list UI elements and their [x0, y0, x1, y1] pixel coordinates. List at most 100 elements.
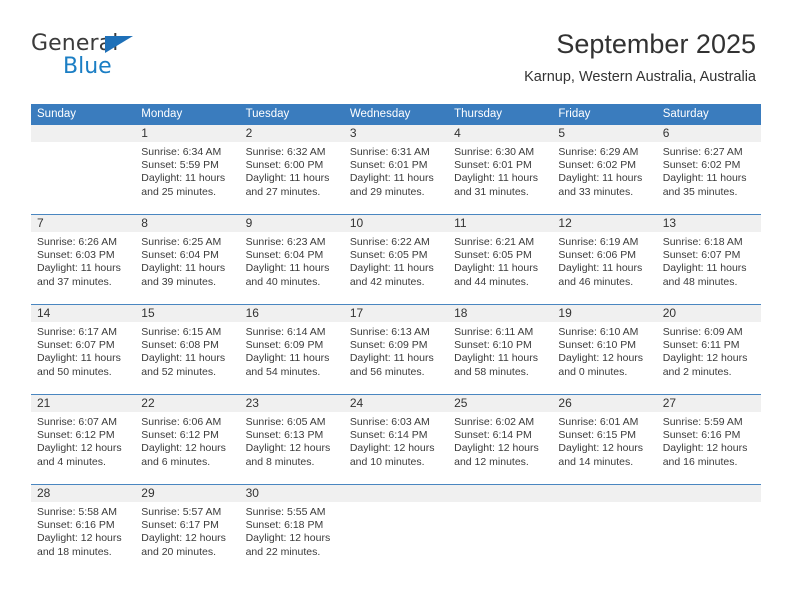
week-cells: 21 Sunrise: 6:07 AM Sunset: 6:12 PM Dayligh… — [31, 395, 761, 484]
day-cell[interactable]: 8 Sunrise: 6:25 AM Sunset: 6:04 PM Daylight… — [135, 215, 240, 304]
day-info: Sunrise: 6:11 AM Sunset: 6:10 PM Daylight:… — [448, 322, 552, 379]
logo-triangle-icon — [105, 36, 133, 53]
week-row: 1 Sunrise: 6:34 AM Sunset: 5:59 PM Daylight… — [31, 125, 761, 214]
day-info: Sunrise: 5:57 AM Sunset: 6:17 PM Daylight:… — [135, 502, 239, 559]
daylight-duration-line1: Daylight: 11 hours — [245, 262, 330, 275]
daylight-duration-line2: and 8 minutes. — [245, 455, 315, 468]
day-cell[interactable]: 4 Sunrise: 6:30 AM Sunset: 6:01 PM Daylight… — [448, 125, 553, 214]
daylight-duration-line2: and 4 minutes. — [37, 455, 106, 468]
day-info: Sunrise: 6:22 AM Sunset: 6:05 PM Daylight:… — [344, 232, 448, 289]
day-cell[interactable]: 21 Sunrise: 6:07 AM Sunset: 6:12 PM Dayligh… — [31, 395, 136, 484]
week-cells: 1 Sunrise: 6:34 AM Sunset: 5:59 PM Daylight… — [31, 125, 761, 214]
day-info: Sunrise: 5:59 AM Sunset: 6:16 PM Daylight:… — [657, 412, 761, 469]
day-cell[interactable]: 22 Sunrise: 6:06 AM Sunset: 6:12 PM Dayligh… — [135, 395, 240, 484]
weekday-header-tuesday: Tuesday — [245, 108, 290, 120]
day-cell[interactable]: 19 Sunrise: 6:10 AM Sunset: 6:10 PM Dayligh… — [552, 305, 657, 394]
sunset-time: Sunset: 6:00 PM — [245, 159, 324, 172]
daylight-duration-line1: Daylight: 11 hours — [141, 262, 226, 275]
day-cell[interactable]: 15 Sunrise: 6:15 AM Sunset: 6:08 PM Dayligh… — [135, 305, 240, 394]
day-cell[interactable]: 13 Sunrise: 6:18 AM Sunset: 6:07 PM Dayligh… — [656, 215, 761, 304]
day-cell[interactable]: 23 Sunrise: 6:05 AM Sunset: 6:13 PM Dayligh… — [239, 395, 344, 484]
day-cell[interactable]: 18 Sunrise: 6:11 AM Sunset: 6:10 PM Dayligh… — [448, 305, 553, 394]
daylight-duration-line2: and 0 minutes. — [558, 365, 628, 378]
day-number: 16 — [239, 305, 344, 322]
day-cell[interactable]: 29 Sunrise: 5:57 AM Sunset: 6:17 PM Dayligh… — [135, 485, 240, 574]
day-number: 5 — [552, 125, 657, 142]
daylight-duration-line2: and 37 minutes. — [37, 275, 112, 288]
page-subtitle: Karnup, Western Australia, Australia — [524, 69, 756, 85]
sunset-time: Sunset: 6:18 PM — [245, 519, 324, 532]
day-cell[interactable]: 25 Sunrise: 6:02 AM Sunset: 6:14 PM Dayligh… — [448, 395, 553, 484]
day-info: Sunrise: 6:21 AM Sunset: 6:05 PM Daylight:… — [448, 232, 552, 289]
day-number: 9 — [239, 215, 344, 232]
day-cell[interactable]: 6 Sunrise: 6:27 AM Sunset: 6:02 PM Daylight… — [656, 125, 761, 214]
day-info: Sunrise: 6:25 AM Sunset: 6:04 PM Daylight:… — [135, 232, 239, 289]
day-cell[interactable]: 2 Sunrise: 6:32 AM Sunset: 6:00 PM Daylight… — [239, 125, 344, 214]
day-cell[interactable]: 20 Sunrise: 6:09 AM Sunset: 6:11 PM Dayligh… — [656, 305, 761, 394]
daylight-duration-line2: and 2 minutes. — [662, 365, 732, 378]
day-number: 22 — [135, 395, 240, 412]
day-number: 30 — [239, 485, 344, 502]
day-cell[interactable]: 7 Sunrise: 6:26 AM Sunset: 6:03 PM Daylight… — [31, 215, 136, 304]
day-cell[interactable]: 12 Sunrise: 6:19 AM Sunset: 6:06 PM Dayligh… — [552, 215, 657, 304]
day-cell[interactable]: 30 Sunrise: 5:55 AM Sunset: 6:18 PM Dayligh… — [239, 485, 344, 574]
day-cell[interactable]: 28 Sunrise: 5:58 AM Sunset: 6:16 PM Dayligh… — [31, 485, 136, 574]
sunset-time: Sunset: 6:01 PM — [454, 159, 532, 172]
day-cell[interactable]: 24 Sunrise: 6:03 AM Sunset: 6:14 PM Dayligh… — [343, 395, 449, 484]
day-cell-empty — [343, 485, 449, 574]
day-number: 26 — [552, 395, 657, 412]
day-number: 18 — [448, 305, 553, 322]
sunset-time: Sunset: 6:09 PM — [245, 339, 324, 352]
daylight-duration-line2: and 14 minutes. — [558, 455, 634, 468]
daylight-duration-line1: Daylight: 11 hours — [37, 352, 121, 365]
sunrise-time: Sunrise: 6:07 AM — [37, 416, 117, 428]
sunset-time: Sunset: 6:12 PM — [141, 429, 219, 442]
day-cell[interactable]: 17 Sunrise: 6:13 AM Sunset: 6:09 PM Dayligh… — [343, 305, 449, 394]
day-number: 2 — [239, 125, 344, 142]
sunset-time: Sunset: 6:10 PM — [454, 339, 532, 352]
day-cell[interactable]: 27 Sunrise: 5:59 AM Sunset: 6:16 PM Dayligh… — [656, 395, 761, 484]
sunrise-time: Sunrise: 6:31 AM — [349, 146, 430, 158]
day-cell[interactable]: 11 Sunrise: 6:21 AM Sunset: 6:05 PM Dayligh… — [448, 215, 553, 304]
sunset-time: Sunset: 5:59 PM — [141, 159, 219, 172]
day-cell[interactable]: 9 Sunrise: 6:23 AM Sunset: 6:04 PM Daylight… — [239, 215, 344, 304]
day-cell[interactable]: 5 Sunrise: 6:29 AM Sunset: 6:02 PM Daylight… — [552, 125, 657, 214]
day-info: Sunrise: 6:09 AM Sunset: 6:11 PM Daylight:… — [657, 322, 761, 379]
sunrise-time: Sunrise: 6:09 AM — [662, 326, 743, 338]
day-number — [656, 485, 761, 502]
day-cell[interactable]: 1 Sunrise: 6:34 AM Sunset: 5:59 PM Daylight… — [135, 125, 240, 214]
masthead: General Blue September 2025 Karnup, West… — [0, 0, 792, 104]
day-info: Sunrise: 6:01 AM Sunset: 6:15 PM Daylight:… — [552, 412, 656, 469]
week-row: 28 Sunrise: 5:58 AM Sunset: 6:16 PM Dayligh… — [31, 484, 761, 574]
day-cell[interactable]: 3 Sunrise: 6:31 AM Sunset: 6:01 PM Daylight… — [343, 125, 449, 214]
sunrise-time: Sunrise: 6:02 AM — [454, 416, 535, 428]
day-cell[interactable]: 26 Sunrise: 6:01 AM Sunset: 6:15 PM Dayligh… — [552, 395, 657, 484]
day-number — [552, 485, 657, 502]
daylight-duration-line1: Daylight: 12 hours — [141, 532, 226, 545]
day-cell[interactable]: 14 Sunrise: 6:17 AM Sunset: 6:07 PM Dayligh… — [31, 305, 136, 394]
general-blue-logo[interactable]: General Blue — [31, 31, 191, 87]
sunset-time: Sunset: 6:13 PM — [245, 429, 324, 442]
daylight-duration-line1: Daylight: 11 hours — [349, 172, 434, 185]
day-info: Sunrise: 6:15 AM Sunset: 6:08 PM Daylight:… — [135, 322, 239, 379]
day-number: 10 — [343, 215, 449, 232]
day-info: Sunrise: 5:55 AM Sunset: 6:18 PM Daylight:… — [240, 502, 344, 559]
daylight-duration-line1: Daylight: 12 hours — [37, 532, 122, 545]
sunset-time: Sunset: 6:08 PM — [141, 339, 219, 352]
day-cell[interactable]: 10 Sunrise: 6:22 AM Sunset: 6:05 PM Dayligh… — [343, 215, 449, 304]
calendar-grid: Sunday Monday Tuesday Wednesday Thursday… — [31, 104, 761, 574]
sunset-time: Sunset: 6:05 PM — [454, 249, 532, 262]
sunrise-time: Sunrise: 6:32 AM — [245, 146, 326, 158]
day-number: 7 — [31, 215, 136, 232]
day-cell-empty — [448, 485, 553, 574]
day-number: 11 — [448, 215, 553, 232]
day-number: 3 — [343, 125, 449, 142]
daylight-duration-line2: and 12 minutes. — [454, 455, 529, 468]
day-info: Sunrise: 6:30 AM Sunset: 6:01 PM Daylight:… — [448, 142, 552, 199]
daylight-duration-line2: and 54 minutes. — [245, 365, 321, 378]
sunrise-time: Sunrise: 6:19 AM — [558, 236, 639, 248]
day-cell[interactable]: 16 Sunrise: 6:14 AM Sunset: 6:09 PM Dayligh… — [239, 305, 344, 394]
day-cell-empty — [31, 125, 136, 214]
daylight-duration-line2: and 40 minutes. — [245, 275, 321, 288]
daylight-duration-line2: and 22 minutes. — [245, 545, 321, 558]
